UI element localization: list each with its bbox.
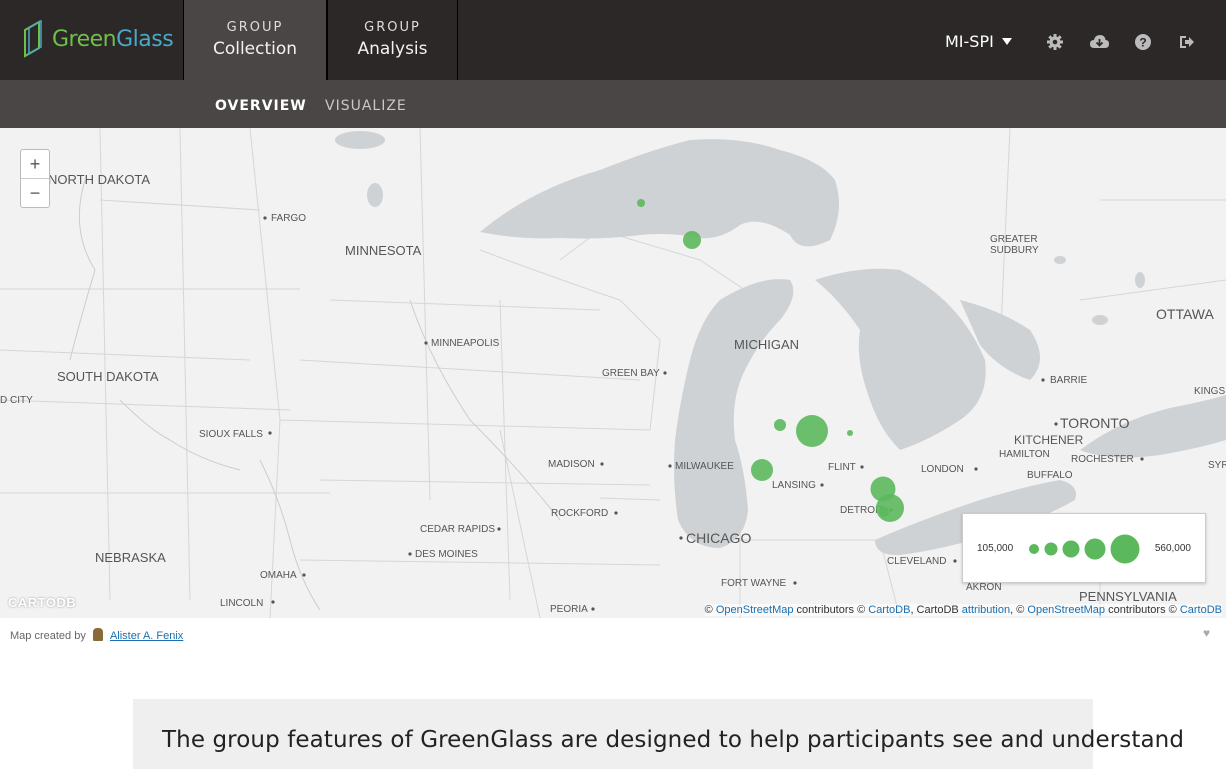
zoom-out-button[interactable]: − [21, 179, 49, 208]
osm-link[interactable]: OpenStreetMap [716, 604, 794, 616]
cartodb-link[interactable]: CartoDB [868, 604, 910, 616]
data-bubble[interactable] [637, 199, 645, 207]
data-bubble[interactable] [879, 507, 889, 517]
data-bubble[interactable] [876, 494, 904, 522]
attribution-link[interactable]: attribution [962, 604, 1010, 616]
logout-icon[interactable] [1178, 33, 1196, 51]
glass-logo-icon [24, 20, 42, 58]
author-link[interactable]: Alister A. Fenix [110, 630, 183, 642]
intro-panel: The group features of GreenGlass are des… [133, 699, 1184, 769]
caret-down-icon [1001, 38, 1012, 45]
bubble-legend: 105,000 560,000 [962, 513, 1206, 583]
tab-group-analysis[interactable]: GROUP Analysis [327, 0, 458, 80]
cartodb-link[interactable]: CartoDB [1180, 604, 1222, 616]
intro-text: The group features of GreenGlass are des… [162, 727, 1185, 753]
map-view[interactable]: NORTH DAKOTA MINNESOTA SOUTH DAKOTA NEBR… [0, 128, 1226, 618]
gear-icon[interactable] [1046, 33, 1064, 51]
sub-navbar: OVERVIEW VISUALIZE [0, 80, 1226, 128]
zoom-control: + − [20, 149, 50, 208]
tab-group-collection[interactable]: GROUP Collection [183, 0, 327, 80]
data-bubble[interactable] [751, 459, 773, 481]
heart-icon[interactable]: ♥ [1203, 626, 1210, 640]
cloud-download-icon[interactable] [1089, 33, 1110, 51]
user-menu[interactable]: MI-SPI [945, 32, 1012, 51]
data-bubble[interactable] [774, 419, 786, 431]
top-navbar: GreenGlass GROUP Collection GROUP Analys… [0, 0, 1226, 80]
legend-max: 560,000 [1154, 543, 1191, 554]
subnav-visualize[interactable]: VISUALIZE [325, 98, 407, 114]
help-icon[interactable]: ? [1134, 33, 1152, 51]
avatar [92, 628, 103, 641]
svg-text:?: ? [1139, 36, 1146, 50]
map-attribution: © OpenStreetMap contributors © CartoDB, … [704, 604, 1222, 616]
data-bubble[interactable] [796, 415, 828, 447]
tab-line2: Analysis [357, 39, 428, 59]
legend-min: 105,000 [977, 543, 1014, 554]
subnav-overview[interactable]: OVERVIEW [215, 98, 307, 114]
credit-prefix: Map created by [10, 630, 86, 642]
legend-bubbles [1029, 534, 1140, 564]
zoom-in-button[interactable]: + [21, 150, 49, 179]
brand-name: GreenGlass [52, 26, 174, 52]
tab-line1: GROUP [226, 20, 284, 35]
data-bubble[interactable] [683, 231, 701, 249]
greenglass-logo[interactable]: GreenGlass [22, 20, 174, 58]
tab-line1: GROUP [364, 20, 421, 35]
data-bubble[interactable] [847, 430, 853, 436]
user-name: MI-SPI [945, 32, 994, 51]
osm-link[interactable]: OpenStreetMap [1027, 604, 1105, 616]
tab-line2: Collection [212, 39, 298, 59]
map-credit: Map created by Alister A. Fenix [10, 628, 183, 642]
cartodb-watermark: CARTODB [8, 595, 77, 610]
